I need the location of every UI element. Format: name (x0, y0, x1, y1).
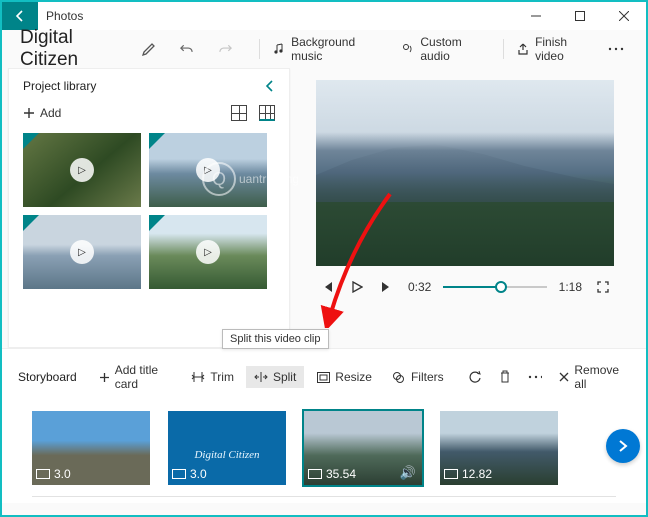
play-overlay-icon: ▷ (70, 240, 94, 264)
next-frame-button[interactable] (378, 278, 396, 296)
split-icon (254, 370, 268, 384)
minimize-button[interactable] (514, 2, 558, 30)
filters-icon (392, 370, 406, 384)
play-overlay-icon: ▷ (70, 158, 94, 182)
background-music-label: Background music (291, 35, 385, 63)
resize-button[interactable]: Resize (308, 366, 380, 388)
edit-name-icon[interactable] (141, 41, 157, 57)
custom-audio-label: Custom audio (420, 35, 490, 63)
resize-icon (316, 370, 330, 384)
scroll-right-button[interactable] (606, 429, 640, 463)
plus-icon (99, 370, 110, 384)
storyboard-clip[interactable]: 3.0 (32, 411, 150, 485)
rotate-button[interactable] (468, 370, 482, 384)
custom-audio-button[interactable]: Custom audio (393, 30, 499, 68)
finish-video-button[interactable]: Finish video (508, 30, 604, 68)
close-icon (558, 370, 569, 384)
remove-all-button[interactable]: Remove all (550, 359, 630, 395)
video-icon (308, 469, 322, 479)
current-time: 0:32 (408, 280, 431, 294)
app-title: Photos (38, 9, 514, 23)
storyboard-clip[interactable]: 12.82 (440, 411, 558, 485)
split-button[interactable]: Split (246, 366, 304, 388)
close-button[interactable] (602, 2, 646, 30)
image-icon (172, 469, 186, 479)
play-button[interactable] (348, 278, 366, 296)
image-icon (36, 469, 50, 479)
audio-icon (401, 42, 415, 57)
add-title-card-button[interactable]: Add title card (91, 359, 166, 395)
view-small-button[interactable] (231, 105, 247, 121)
total-duration: 1:18 (559, 280, 582, 294)
window-controls (514, 2, 646, 30)
filters-button[interactable]: Filters (384, 366, 452, 388)
library-item[interactable]: ▷ (149, 133, 267, 207)
library-item[interactable]: ▷ (23, 133, 141, 207)
finish-video-label: Finish video (535, 35, 596, 63)
storyboard-toolbar: Split this video clip Storyboard Add tit… (2, 348, 646, 401)
delete-button[interactable] (499, 370, 511, 384)
volume-icon[interactable]: 🔊 (400, 465, 416, 481)
redo-button[interactable] (218, 42, 233, 57)
trim-icon (191, 370, 205, 384)
video-preview[interactable] (316, 80, 614, 266)
background-music-button[interactable]: Background music (264, 30, 393, 68)
add-media-button[interactable]: Add (23, 106, 61, 120)
view-large-button[interactable] (259, 105, 275, 121)
library-item[interactable]: ▷ (149, 215, 267, 289)
video-icon (444, 469, 458, 479)
preview-area: 0:32 1:18 (290, 68, 646, 348)
maximize-button[interactable] (558, 2, 602, 30)
split-tooltip: Split this video clip (222, 329, 329, 349)
library-thumbnails: ▷ ▷ ▷ ▷ (9, 123, 289, 299)
project-library-title: Project library (23, 79, 265, 93)
play-overlay-icon: ▷ (196, 240, 220, 264)
project-name: Digital Citizen (20, 27, 131, 71)
undo-button[interactable] (179, 42, 194, 57)
fullscreen-button[interactable] (594, 278, 612, 296)
music-icon (272, 42, 286, 57)
play-overlay-icon: ▷ (196, 158, 220, 182)
plus-icon (23, 107, 35, 119)
back-button[interactable] (2, 2, 38, 30)
title-bar: Photos (2, 2, 646, 30)
prev-frame-button[interactable] (318, 278, 336, 296)
project-library-panel: Project library Add ▷ ▷ ▷ ▷ (8, 68, 290, 348)
collapse-library-icon[interactable] (265, 79, 275, 93)
export-icon (516, 42, 530, 57)
storyboard-clips: 3.0 Digital Citizen 3.0 35.54 🔊 12.82 (2, 401, 646, 503)
storyboard-title: Storyboard (18, 370, 77, 384)
more-button[interactable] (604, 30, 628, 68)
storyboard-more-button[interactable] (528, 370, 542, 384)
add-label: Add (40, 106, 61, 120)
storyboard-clip-selected[interactable]: 35.54 🔊 (304, 411, 422, 485)
playback-controls: 0:32 1:18 (316, 266, 614, 296)
storyboard-clip[interactable]: Digital Citizen 3.0 (168, 411, 286, 485)
ellipsis-icon (608, 47, 624, 51)
library-item[interactable]: ▷ (23, 215, 141, 289)
seek-slider[interactable] (443, 278, 546, 296)
trim-button[interactable]: Trim (183, 366, 242, 388)
project-header: Digital Citizen Background music Custom … (2, 30, 646, 68)
